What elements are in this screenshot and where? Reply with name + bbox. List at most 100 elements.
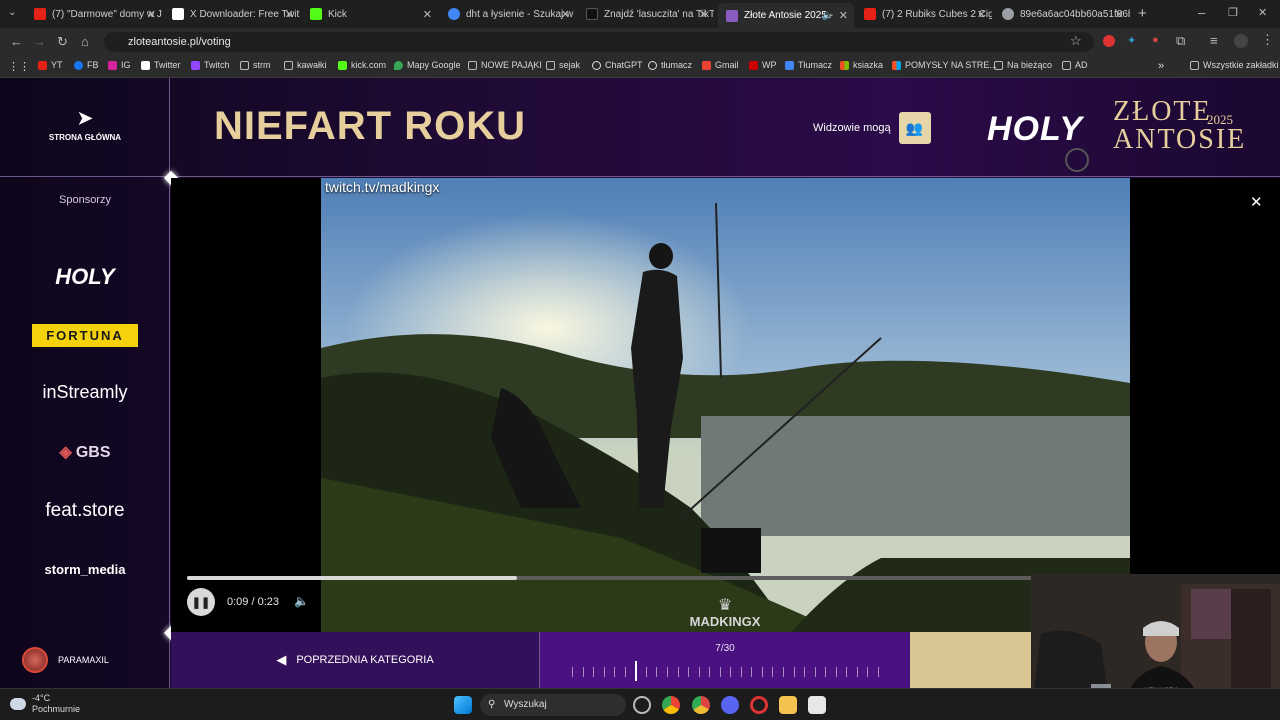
- pager-tick-current[interactable]: [635, 661, 638, 681]
- discord-icon[interactable]: [721, 696, 739, 714]
- browser-tab[interactable]: Znajdź 'lasuczita' na TikTo ✕: [578, 3, 714, 25]
- browser-tab[interactable]: (7) 2 Rubiks Cubes 2 Cig ✕: [856, 3, 992, 25]
- opera-icon[interactable]: [750, 696, 768, 714]
- file-explorer-icon[interactable]: [779, 696, 797, 714]
- close-icon[interactable]: ✕: [977, 8, 986, 21]
- pager-tick[interactable]: [856, 667, 858, 677]
- pager-tick[interactable]: [582, 667, 584, 677]
- pager-tick[interactable]: [719, 667, 721, 677]
- bookmark-item[interactable]: Mapy Google: [394, 60, 461, 70]
- bookmark-star-icon[interactable]: ☆: [1070, 33, 1082, 49]
- chrome-icon[interactable]: [662, 696, 680, 714]
- bookmark-item[interactable]: YT: [38, 60, 63, 70]
- bookmark-folder[interactable]: AD: [1062, 60, 1088, 70]
- browser-tab[interactable]: 89e6a6ac04bb60a51f06b ✕: [994, 3, 1130, 25]
- app-icon[interactable]: [808, 696, 826, 714]
- home-button[interactable]: ➤ STRONA GŁÓWNA: [28, 108, 142, 142]
- bookmark-folder[interactable]: NOWE PAJĄKI: [468, 60, 542, 70]
- sponsor-holy[interactable]: HOLY: [0, 264, 170, 290]
- sponsor-stormmedia[interactable]: storm_media: [0, 562, 170, 577]
- bookmark-item[interactable]: FB: [74, 60, 99, 70]
- sponsor-gbs[interactable]: ◈ GBS: [0, 442, 170, 462]
- bookmark-item[interactable]: Gmail: [702, 60, 739, 70]
- menu-icon[interactable]: ⋮: [1261, 32, 1274, 48]
- next-category-button[interactable]: [910, 632, 1032, 688]
- close-icon[interactable]: ✕: [699, 8, 708, 21]
- pager-tick[interactable]: [772, 667, 774, 677]
- profile-avatar[interactable]: [1234, 34, 1248, 48]
- url-input[interactable]: zloteantosie.pl/voting: [104, 32, 1094, 52]
- close-icon[interactable]: ✕: [285, 8, 294, 21]
- pager-tick[interactable]: [698, 667, 700, 677]
- pager-tick[interactable]: [804, 667, 806, 677]
- obs-icon[interactable]: [633, 696, 651, 714]
- tab-search-icon[interactable]: ⌄: [8, 7, 16, 18]
- pager-tick[interactable]: [603, 667, 605, 677]
- pager-tick[interactable]: [656, 667, 658, 677]
- browser-tab[interactable]: Kick ✕: [302, 3, 438, 25]
- bookmark-folder[interactable]: sejak: [546, 60, 580, 70]
- video-frame[interactable]: MADKINGX ♛: [321, 178, 1130, 632]
- browser-tab[interactable]: X Downloader: Free Twitt ✕: [164, 3, 300, 25]
- chevron-right-icon[interactable]: »: [1158, 60, 1164, 72]
- bookmark-item[interactable]: POMYSŁY NA STRE...: [892, 60, 997, 70]
- browser-tab[interactable]: dht a łysienie - Szukaj w ✕: [440, 3, 576, 25]
- pager-tick[interactable]: [835, 667, 837, 677]
- bookmark-folder[interactable]: kawałki: [284, 60, 327, 70]
- apps-icon[interactable]: ⋮⋮: [8, 60, 30, 73]
- pager-tick[interactable]: [825, 667, 827, 677]
- pager-tick[interactable]: [666, 667, 668, 677]
- bookmark-item[interactable]: Twitter: [141, 60, 181, 70]
- restore-button[interactable]: ❐: [1228, 6, 1238, 19]
- bookmark-item[interactable]: Tłumacz: [785, 60, 832, 70]
- speaker-icon[interactable]: 🔈: [822, 10, 834, 21]
- chrome-canary-icon[interactable]: [692, 696, 710, 714]
- bookmark-item[interactable]: tłumacz: [648, 60, 692, 70]
- close-icon[interactable]: ✕: [1250, 193, 1263, 211]
- extension-icon[interactable]: ●: [1152, 34, 1159, 46]
- bookmark-item[interactable]: WP: [749, 60, 777, 70]
- browser-tab-active[interactable]: Złote Antosie 2025 - 🔈 ✕: [718, 3, 854, 28]
- pager-tick[interactable]: [688, 667, 690, 677]
- pager-tick[interactable]: [593, 667, 595, 677]
- media-icon[interactable]: ≡: [1210, 33, 1218, 48]
- close-icon[interactable]: ✕: [147, 8, 156, 21]
- bookmark-folder[interactable]: Na bieżąco: [994, 60, 1052, 70]
- bookmark-folder[interactable]: strm: [240, 60, 271, 70]
- pager-tick[interactable]: [878, 667, 879, 677]
- bookmark-item[interactable]: Twitch: [191, 60, 230, 70]
- pager-tick[interactable]: [730, 667, 732, 677]
- pager-tick[interactable]: [814, 667, 816, 677]
- sponsor-instreamly[interactable]: inStreamly: [0, 382, 170, 403]
- pager-tick[interactable]: [645, 667, 647, 677]
- minimize-button[interactable]: –: [1198, 5, 1205, 20]
- users-icon[interactable]: 👥: [898, 112, 931, 144]
- forward-button[interactable]: →: [33, 34, 46, 49]
- home-icon[interactable]: ⌂: [81, 34, 89, 49]
- video-progress-bar[interactable]: [187, 576, 1032, 580]
- pager-tick[interactable]: [793, 667, 795, 677]
- pager-tick[interactable]: [846, 667, 848, 677]
- sponsor-fortuna[interactable]: FORTUNA: [0, 324, 170, 347]
- extension-icon[interactable]: ✦: [1127, 34, 1136, 47]
- bookmark-item[interactable]: IG: [108, 60, 131, 70]
- all-bookmarks-button[interactable]: Wszystkie zakładki: [1190, 60, 1279, 70]
- reload-button[interactable]: ↻: [57, 34, 68, 50]
- bookmark-item[interactable]: kick.com: [338, 60, 386, 70]
- browser-tab[interactable]: (7) "Darmowe" domy w Ja ✕: [26, 3, 162, 25]
- close-icon[interactable]: ✕: [423, 8, 432, 21]
- pager-tick[interactable]: [751, 667, 753, 677]
- back-button[interactable]: ←: [10, 34, 23, 49]
- window-close-button[interactable]: ✕: [1258, 6, 1267, 19]
- bookmark-item[interactable]: ksiazka: [840, 60, 883, 70]
- pager-tick[interactable]: [614, 667, 616, 677]
- user-profile[interactable]: PARAMAXIL: [0, 632, 170, 688]
- pager-ticks[interactable]: [572, 661, 882, 681]
- pager-tick[interactable]: [740, 667, 742, 677]
- new-tab-button[interactable]: +: [1138, 5, 1147, 22]
- pause-button[interactable]: ❚❚: [187, 588, 215, 616]
- close-icon[interactable]: ✕: [839, 9, 848, 22]
- weather-widget[interactable]: -4°C Pochmurnie: [10, 693, 80, 715]
- pager-tick[interactable]: [624, 667, 626, 677]
- extensions-puzzle-icon[interactable]: ⧉: [1176, 33, 1185, 49]
